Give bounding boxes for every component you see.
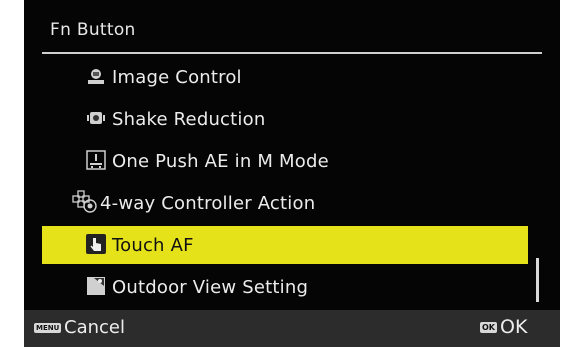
camera-menu-screen: Fn Button Image Control Shake Reduction …: [24, 0, 560, 347]
menu-item-label: Outdoor View Setting: [112, 276, 309, 298]
page-title: Fn Button: [50, 20, 136, 40]
touch-icon: [86, 234, 106, 254]
menu-item-label: Shake Reduction: [112, 108, 266, 130]
outdoor-view-icon: [87, 277, 105, 295]
shake-reduction-icon: [87, 112, 105, 124]
menu-item-shake-reduction[interactable]: Shake Reduction: [42, 100, 528, 138]
cancel-button[interactable]: Cancel: [64, 317, 125, 338]
ok-button[interactable]: OK: [500, 316, 527, 338]
menu-item-one-push-ae[interactable]: One Push AE in M Mode: [42, 142, 528, 180]
menu-item-4-way-controller[interactable]: 4-way Controller Action: [42, 184, 528, 222]
menu-item-label: Image Control: [112, 66, 242, 88]
menu-item-label: 4-way Controller Action: [100, 192, 316, 214]
menu-key-badge: MENU: [34, 323, 62, 333]
one-push-ae-icon: [86, 150, 106, 170]
menu-item-label: One Push AE in M Mode: [112, 150, 329, 172]
image-control-icon: [88, 69, 104, 84]
ok-key-badge: OK: [480, 322, 497, 333]
footer-bar: MENU Cancel OK OK: [24, 310, 560, 347]
menu-item-outdoor-view[interactable]: Outdoor View Setting: [42, 268, 528, 306]
four-way-controller-icon: [72, 190, 97, 213]
menu-item-image-control[interactable]: Image Control: [42, 58, 528, 96]
menu-item-label: Touch AF: [112, 234, 194, 256]
title-divider: [42, 52, 542, 54]
menu-item-touch-af[interactable]: Touch AF: [42, 226, 528, 264]
scrollbar[interactable]: [536, 258, 539, 302]
